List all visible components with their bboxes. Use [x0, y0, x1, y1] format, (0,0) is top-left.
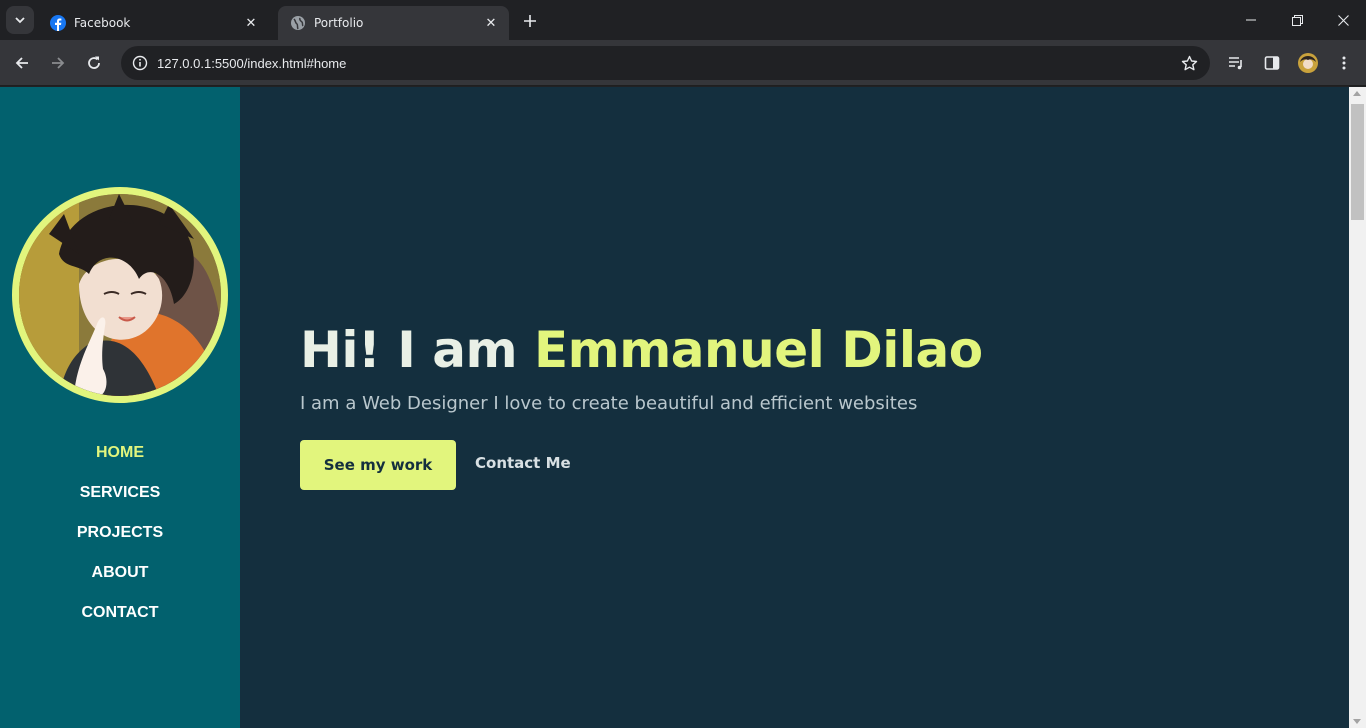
browser-toolbar: 127.0.0.1:5500/index.html#home	[0, 40, 1366, 86]
scroll-up-icon[interactable]	[1353, 91, 1361, 96]
restore-button[interactable]	[1274, 0, 1320, 40]
page-scrollbar[interactable]	[1349, 87, 1366, 728]
close-window-button[interactable]	[1320, 0, 1366, 40]
sidebar: HOME SERVICES PROJECTS ABOUT CONTACT	[0, 87, 240, 728]
more-vertical-icon	[1342, 56, 1346, 70]
bookmark-star-icon[interactable]	[1180, 54, 1198, 72]
address-bar[interactable]: 127.0.0.1:5500/index.html#home	[121, 46, 1210, 80]
url-text[interactable]: 127.0.0.1:5500/index.html#home	[157, 56, 346, 71]
site-info-icon[interactable]	[123, 46, 157, 80]
hero-greeting: Hi! I am	[300, 321, 534, 379]
contact-me-link[interactable]: Contact Me	[475, 454, 571, 472]
restore-icon	[1291, 14, 1303, 26]
profile-avatar-button[interactable]	[1294, 49, 1322, 77]
tab-title: Facebook	[74, 16, 131, 30]
forward-button[interactable]	[44, 49, 72, 77]
arrow-right-icon	[52, 57, 65, 69]
arrow-left-icon	[15, 57, 28, 69]
close-tab-icon[interactable]: ✕	[243, 15, 259, 31]
new-tab-button[interactable]	[518, 9, 542, 33]
side-panel-button[interactable]	[1258, 49, 1286, 77]
nav-item-services[interactable]: SERVICES	[0, 482, 240, 522]
media-controls-button[interactable]	[1222, 49, 1250, 77]
playlist-icon	[1229, 57, 1242, 70]
hero-section: Hi! I am Emmanuel Dilao I am a Web Desig…	[300, 319, 983, 490]
scroll-down-icon[interactable]	[1353, 719, 1361, 724]
minimize-icon	[1246, 19, 1256, 21]
minimize-button[interactable]	[1228, 0, 1274, 40]
tab-title: Portfolio	[314, 16, 364, 30]
tab-search-button[interactable]	[6, 6, 34, 34]
chevron-down-icon	[15, 17, 25, 24]
hero-subtitle: I am a Web Designer I love to create bea…	[300, 393, 918, 414]
side-panel-icon	[1264, 56, 1280, 70]
browser-menu-button[interactable]	[1330, 49, 1358, 77]
nav-item-about[interactable]: ABOUT	[0, 562, 240, 602]
nav-item-home[interactable]: HOME	[0, 442, 240, 482]
tab-portfolio[interactable]: Portfolio ✕	[278, 6, 509, 40]
tab-facebook[interactable]: Facebook ✕	[38, 6, 269, 40]
scrollbar-thumb[interactable]	[1351, 104, 1364, 220]
reload-icon	[88, 56, 100, 69]
hero-actions: See my work Contact Me	[300, 440, 983, 490]
hero-heading: Hi! I am Emmanuel Dilao	[300, 319, 983, 381]
see-my-work-button[interactable]: See my work	[300, 440, 456, 490]
profile-avatar-icon	[1298, 53, 1318, 73]
close-tab-icon[interactable]: ✕	[483, 15, 499, 31]
tab-strip: Facebook ✕ Portfolio ✕	[0, 0, 1366, 40]
nav-item-projects[interactable]: PROJECTS	[0, 522, 240, 562]
main-nav: HOME SERVICES PROJECTS ABOUT CONTACT	[0, 442, 240, 642]
facebook-icon	[50, 15, 66, 31]
back-button[interactable]	[8, 49, 36, 77]
anime-portrait-image	[19, 194, 221, 396]
reload-button[interactable]	[80, 49, 108, 77]
plus-icon	[524, 15, 536, 27]
page-viewport: HOME SERVICES PROJECTS ABOUT CONTACT Hi!…	[0, 87, 1349, 728]
close-icon	[1337, 14, 1349, 26]
nav-item-contact[interactable]: CONTACT	[0, 602, 240, 642]
profile-picture	[12, 187, 228, 403]
hero-name: Emmanuel Dilao	[533, 321, 983, 379]
globe-icon	[290, 15, 306, 31]
